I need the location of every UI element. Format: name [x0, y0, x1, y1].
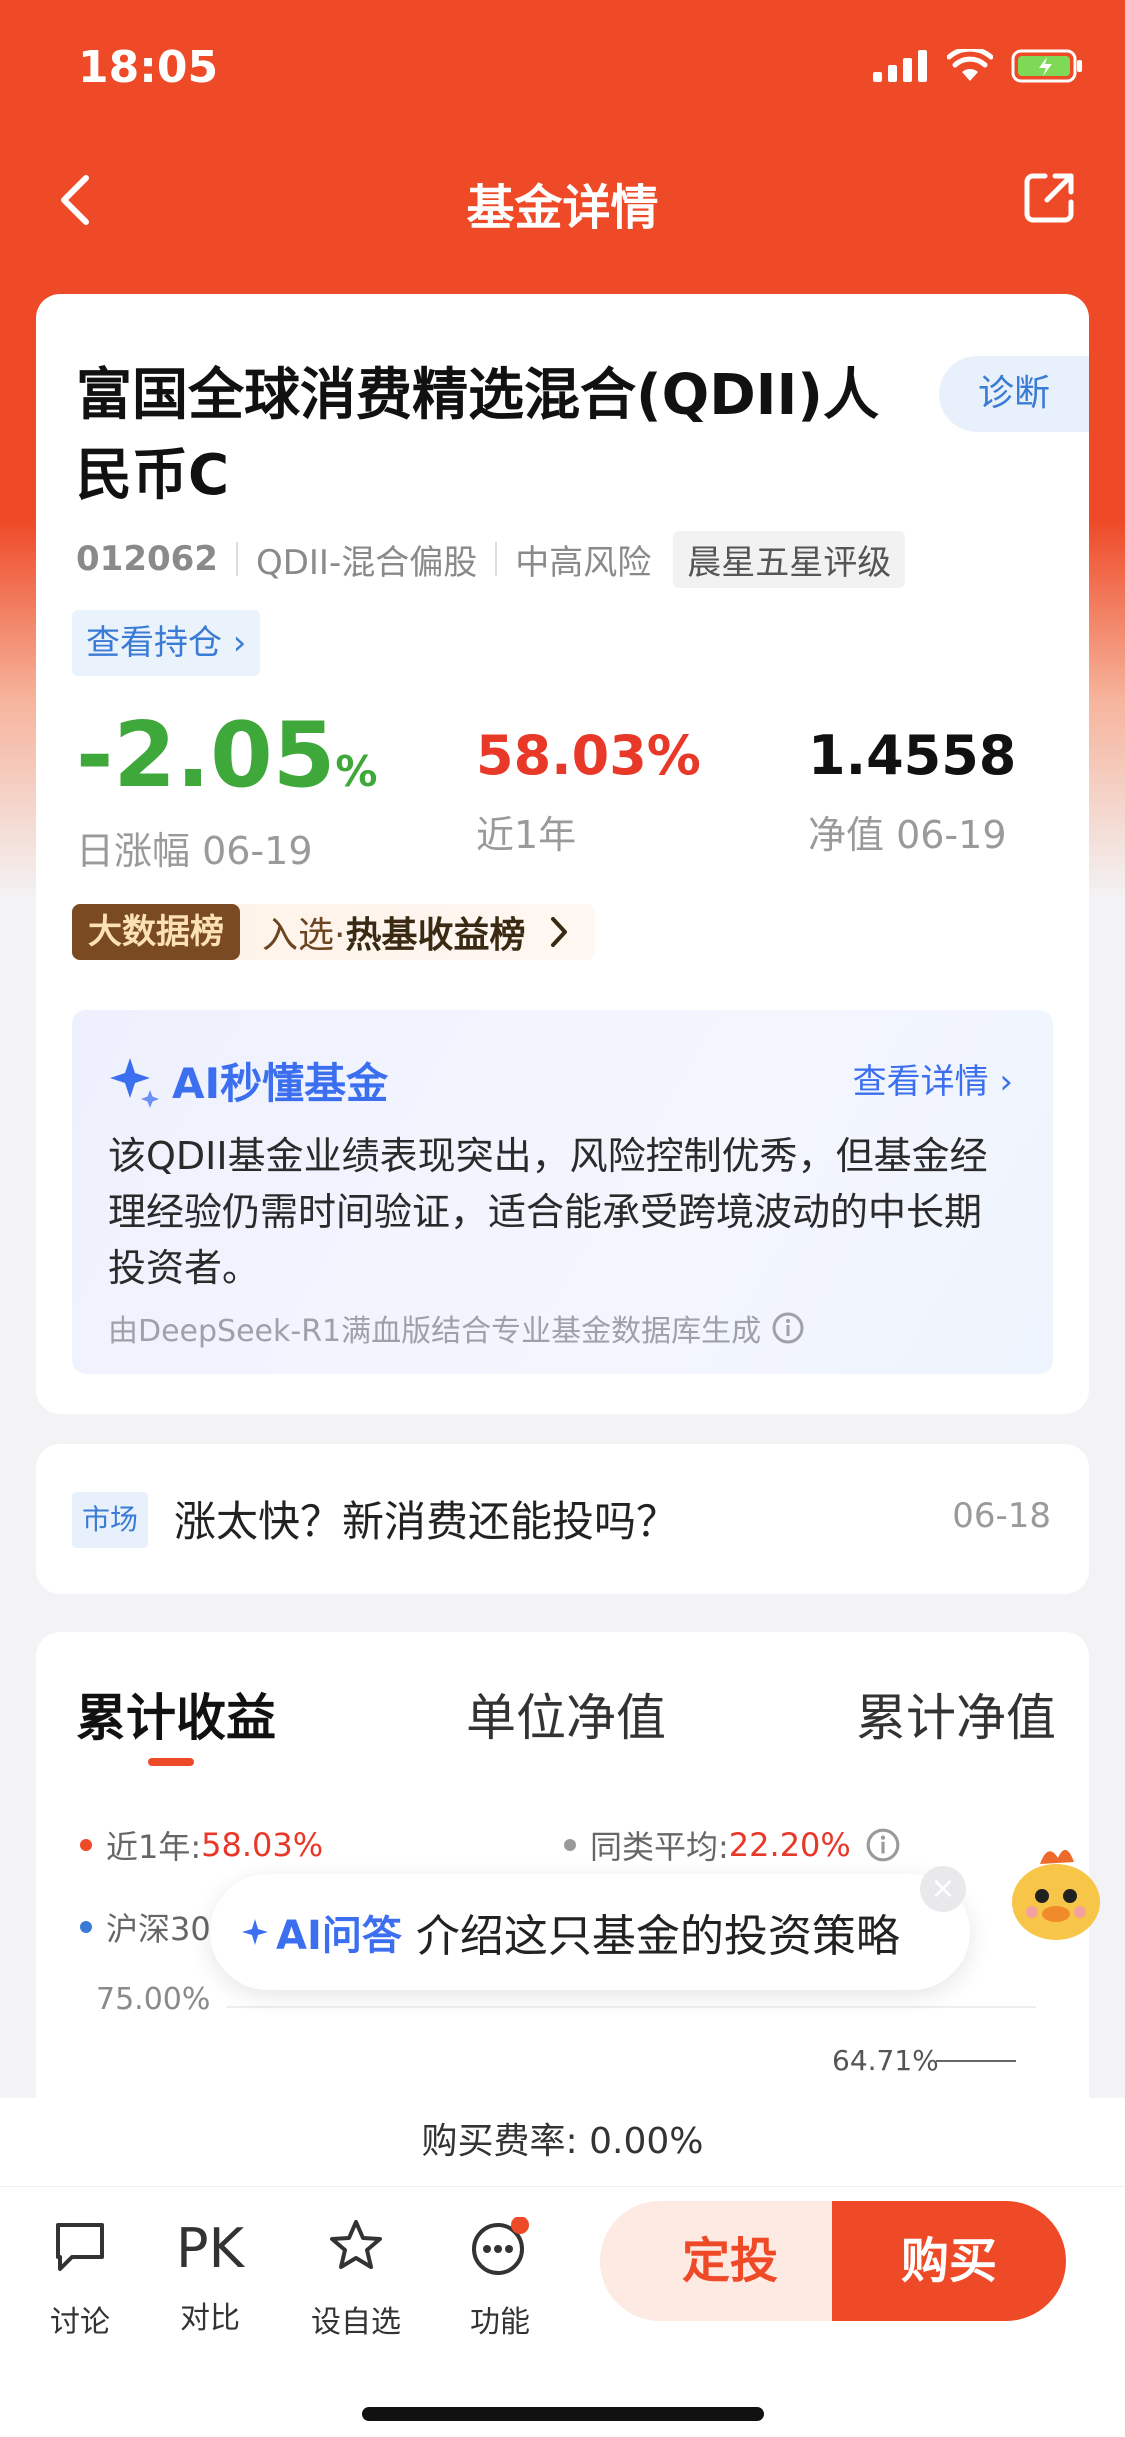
close-button[interactable]: × [920, 1866, 966, 1912]
discuss-button[interactable]: 讨论 [20, 2217, 140, 2341]
compare-button[interactable]: PK 对比 [150, 2217, 270, 2337]
daily-change-label: 日涨幅 06-19 [76, 829, 313, 873]
tab-cumulative-nav[interactable]: 累计净值 [856, 1678, 1056, 1750]
page-title: 基金详情 [466, 180, 659, 236]
fund-summary-card: 富国全球消费精选混合(QDII)人民币C 诊断 012062 QDII-混合偏股… [36, 294, 1089, 1414]
discuss-label: 讨论 [50, 2305, 110, 2340]
fund-category: QDII-混合偏股 [255, 542, 478, 583]
purchase-fee: 购买费率: 0.00% [0, 2098, 1125, 2186]
legend-dot [80, 1839, 92, 1851]
ai-summary-source: 由DeepSeek-R1满血版结合专业基金数据库生成 [108, 1306, 805, 1350]
diagnose-button[interactable]: 诊断 [939, 356, 1089, 432]
info-icon[interactable] [865, 1827, 901, 1863]
wifi-icon [947, 49, 993, 81]
fund-meta: 012062 QDII-混合偏股 中高风险 晨星五星评级 [76, 530, 906, 588]
legend-fund: 近1年: 58.03% [80, 1822, 323, 1868]
news-title: 涨太快？新消费还能投吗？ [174, 1497, 679, 1546]
ai-summary-card: AI秒懂基金 查看详情 › 该QDII基金业绩表现突出，风险控制优秀，但基金经理… [72, 1010, 1053, 1374]
ai-question-lead: AI问答 [240, 1903, 402, 1961]
auto-invest-button[interactable]: 定投 [600, 2201, 860, 2321]
ai-summary-more-link[interactable]: 查看详情 › [853, 1054, 1013, 1103]
status-bar: 18:05 [0, 0, 1125, 140]
tab-cumulative-return[interactable]: 累计收益 [76, 1678, 276, 1750]
y-axis-top-label: 75.00% [96, 1982, 211, 2017]
rank-badge: 大数据榜 [72, 904, 240, 960]
series-leader-line [936, 2060, 1016, 2062]
home-indicator [362, 2407, 764, 2421]
watchlist-label: 设自选 [311, 2305, 401, 2340]
chevron-right-icon [551, 917, 568, 947]
tab-unit-nav[interactable]: 单位净值 [466, 1678, 666, 1750]
sparkle-icon [110, 1057, 159, 1108]
signal-icon [873, 50, 927, 82]
fund-code: 012062 [76, 539, 218, 579]
sparkle-icon [242, 1919, 268, 1945]
series-value-label: 64.71% [832, 2044, 939, 2077]
battery-icon [1011, 49, 1082, 83]
chart-tabs: 累计收益 单位净值 累计净值 [36, 1678, 1089, 1758]
news-card[interactable]: 市场 涨太快？新消费还能投吗？ 06-18 [36, 1444, 1089, 1594]
ai-question-bubble[interactable]: AI问答 介绍这只基金的投资策略 [210, 1874, 970, 1990]
info-icon[interactable] [771, 1311, 805, 1345]
view-holdings-link[interactable]: 查看持仓 › [72, 610, 261, 676]
more-icon [472, 2216, 529, 2275]
functions-button[interactable]: 功能 [440, 2216, 560, 2341]
divider [235, 542, 238, 576]
ai-summary-body: 该QDII基金业绩表现突出，风险控制优秀，但基金经理经验仍需时间验证，适合能承受… [108, 1134, 988, 1290]
legend-dot [564, 1839, 576, 1851]
bottom-action-bar: 讨论 PK 对比 设自选 功能 定投 购买 [0, 2186, 1125, 2437]
nav-label: 净值 06-19 [808, 813, 1007, 857]
ai-question-text: 介绍这只基金的投资策略 [415, 1911, 900, 1962]
legend-index: 沪深30 [80, 1904, 211, 1950]
ai-summary-title: AI秒懂基金 [108, 1050, 388, 1111]
status-time: 18:05 [78, 42, 219, 93]
share-button[interactable] [1021, 170, 1077, 230]
star-icon [330, 2220, 382, 2269]
share-icon [1024, 173, 1074, 223]
legend-dot [80, 1921, 92, 1933]
rank-text: 入选·热基收益榜 [262, 915, 526, 956]
tab-indicator [148, 1758, 194, 1766]
fund-rating-tag: 晨星五星评级 [673, 530, 906, 588]
nav-bar: 基金详情 [0, 150, 1125, 250]
legend-peer-average: 同类平均: 22.20% [564, 1822, 901, 1868]
nav-value: 1.4558 [808, 724, 1017, 787]
buy-button[interactable]: 购买 [832, 2201, 1066, 2321]
year-return-label: 近1年 [476, 813, 577, 857]
chat-icon [56, 2223, 104, 2271]
news-tag: 市场 [72, 1492, 149, 1548]
rank-banner[interactable]: 大数据榜 入选·热基收益榜 [72, 904, 596, 960]
nav-stat: 1.4558 净值 06-19 [808, 714, 1016, 859]
news-date: 06-18 [952, 1496, 1051, 1536]
add-watchlist-button[interactable]: 设自选 [296, 2217, 416, 2341]
compare-label: 对比 [180, 2301, 240, 2336]
daily-change-stat: -2.05% 日涨幅 06-19 [76, 703, 378, 875]
year-return-stat: 58.03% 近1年 [476, 714, 701, 859]
divider [495, 542, 498, 576]
status-icons [873, 48, 1085, 84]
year-return-value: 58.03% [476, 724, 701, 787]
fund-name: 富国全球消费精选混合(QDII)人民币C [76, 363, 879, 508]
fund-risk: 中高风险 [515, 542, 652, 583]
daily-change-value: -2.05% [76, 703, 378, 808]
grid-line [226, 2006, 1036, 2008]
mascot-icon[interactable] [1000, 1834, 1114, 1948]
functions-label: 功能 [470, 2305, 530, 2340]
pk-icon: PK [176, 2217, 244, 2280]
